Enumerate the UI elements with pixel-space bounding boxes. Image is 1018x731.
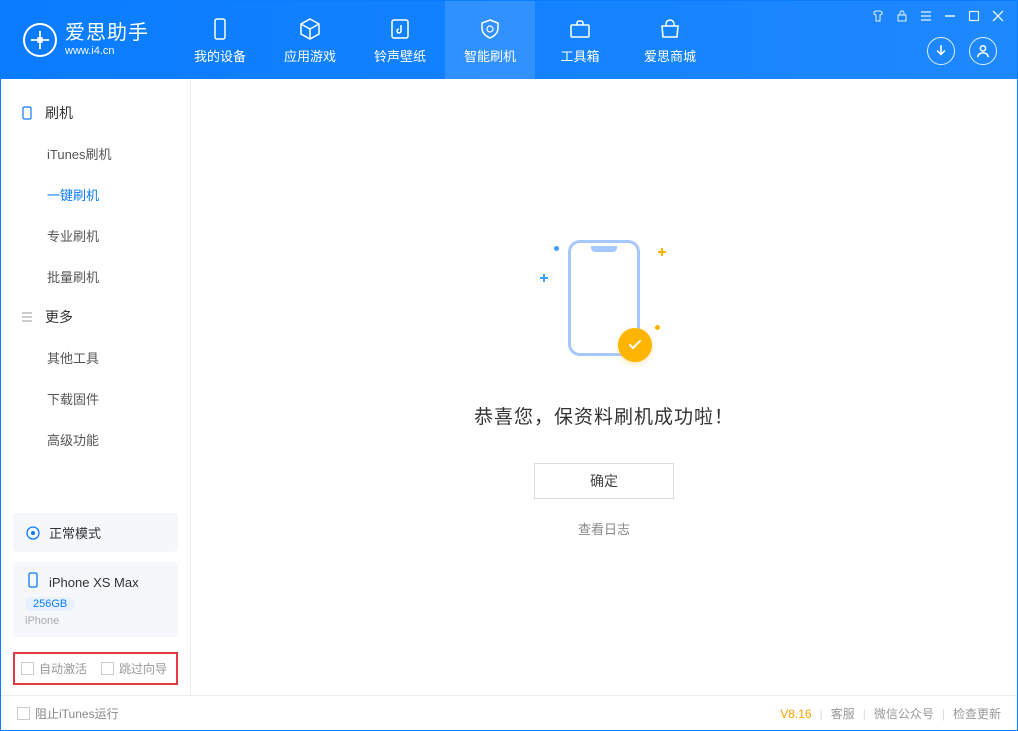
header-actions <box>927 37 997 65</box>
device-panel: 正常模式 iPhone XS Max 256GB iPhone <box>13 503 178 637</box>
cube-icon <box>297 16 323 42</box>
tab-smart-flash[interactable]: 智能刷机 <box>445 1 535 79</box>
confirm-button[interactable]: 确定 <box>534 463 674 499</box>
store-icon <box>657 16 683 42</box>
sidebar-item-itunes-flash[interactable]: iTunes刷机 <box>1 133 190 174</box>
tab-toolbox[interactable]: 工具箱 <box>535 1 625 79</box>
shirt-icon[interactable] <box>871 9 885 23</box>
maximize-icon[interactable] <box>967 9 981 23</box>
sidebar-group-flash: 刷机 <box>1 93 190 133</box>
main-content: 恭喜您，保资料刷机成功啦！ 确定 查看日志 <box>191 79 1017 695</box>
version-label: V8.16 <box>780 707 811 721</box>
sidebar-item-batch-flash[interactable]: 批量刷机 <box>1 256 190 297</box>
device-icon <box>207 16 233 42</box>
app-body: 刷机 iTunes刷机 一键刷机 专业刷机 批量刷机 更多 其他工具 下载固件 … <box>1 79 1017 695</box>
sidebar-item-advanced[interactable]: 高级功能 <box>1 419 190 460</box>
status-bar: 阻止iTunes运行 V8.16 | 客服 | 微信公众号 | 检查更新 <box>1 695 1017 731</box>
tab-apps-games[interactable]: 应用游戏 <box>265 1 355 79</box>
app-title: 爱思助手 <box>65 21 149 45</box>
toolbox-icon <box>567 16 593 42</box>
success-message: 恭喜您，保资料刷机成功啦！ <box>474 402 734 429</box>
checkbox-icon <box>17 707 30 720</box>
lock-icon[interactable] <box>895 9 909 23</box>
app-logo: 爱思助手 www.i4.cn <box>1 21 167 58</box>
checkbox-auto-activate[interactable]: 自动激活 <box>21 660 87 677</box>
nav-tabs: 我的设备 应用游戏 铃声壁纸 智能刷机 工具箱 爱思商城 <box>175 1 715 79</box>
checkbox-icon <box>21 662 34 675</box>
phone-icon <box>19 105 35 121</box>
device-capacity: 256GB <box>25 597 75 611</box>
checkbox-skip-guide[interactable]: 跳过向导 <box>101 660 167 677</box>
user-button[interactable] <box>969 37 997 65</box>
view-log-link[interactable]: 查看日志 <box>578 519 630 538</box>
tab-store[interactable]: 爱思商城 <box>625 1 715 79</box>
sidebar-item-pro-flash[interactable]: 专业刷机 <box>1 215 190 256</box>
app-subtitle: www.i4.cn <box>65 45 149 58</box>
sidebar-item-oneclick-flash[interactable]: 一键刷机 <box>1 174 190 215</box>
tab-my-device[interactable]: 我的设备 <box>175 1 265 79</box>
window-controls <box>871 9 1005 23</box>
music-icon <box>387 16 413 42</box>
device-name: iPhone XS Max <box>49 575 139 590</box>
sidebar: 刷机 iTunes刷机 一键刷机 专业刷机 批量刷机 更多 其他工具 下载固件 … <box>1 79 191 695</box>
sidebar-item-download-firmware[interactable]: 下载固件 <box>1 378 190 419</box>
mode-icon <box>25 525 41 541</box>
success-illustration <box>534 236 674 376</box>
footer-link-wechat[interactable]: 微信公众号 <box>874 705 934 722</box>
sidebar-group-label: 更多 <box>45 307 73 327</box>
device-mode-card[interactable]: 正常模式 <box>13 513 178 552</box>
close-icon[interactable] <box>991 9 1005 23</box>
menu-icon[interactable] <box>919 9 933 23</box>
device-phone-icon <box>25 572 41 593</box>
highlighted-checkbox-row: 自动激活 跳过向导 <box>13 652 178 685</box>
app-header: 爱思助手 www.i4.cn 我的设备 应用游戏 铃声壁纸 智能刷机 工具箱 爱… <box>1 1 1017 79</box>
tab-ringtones-wallpapers[interactable]: 铃声壁纸 <box>355 1 445 79</box>
device-info-card[interactable]: iPhone XS Max 256GB iPhone <box>13 562 178 637</box>
device-type: iPhone <box>25 615 166 627</box>
logo-icon <box>23 23 57 57</box>
checkbox-icon <box>101 662 114 675</box>
checkbox-block-itunes[interactable]: 阻止iTunes运行 <box>17 705 119 722</box>
list-icon <box>19 309 35 325</box>
footer-link-support[interactable]: 客服 <box>831 705 855 722</box>
footer-link-update[interactable]: 检查更新 <box>953 705 1001 722</box>
device-mode-label: 正常模式 <box>49 523 101 542</box>
minimize-icon[interactable] <box>943 9 957 23</box>
sidebar-item-other-tools[interactable]: 其他工具 <box>1 337 190 378</box>
sidebar-group-label: 刷机 <box>45 103 73 123</box>
download-button[interactable] <box>927 37 955 65</box>
sidebar-group-more: 更多 <box>1 297 190 337</box>
refresh-shield-icon <box>477 16 503 42</box>
check-badge-icon <box>618 328 652 362</box>
